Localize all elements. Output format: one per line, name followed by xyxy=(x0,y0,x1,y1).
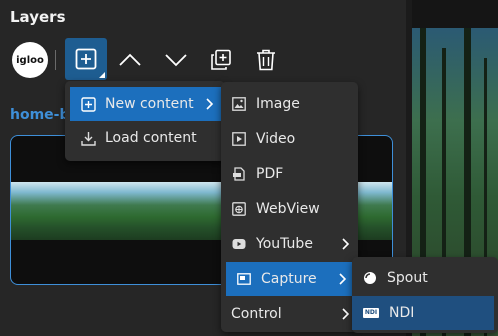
menu-item-image[interactable]: Image xyxy=(221,87,358,121)
trash-icon xyxy=(256,49,276,71)
menu-item-label: YouTube xyxy=(256,236,313,252)
spout-icon xyxy=(362,270,378,286)
menu-item-ndi[interactable]: NDI NDI xyxy=(352,296,494,330)
move-up-button[interactable] xyxy=(110,40,150,80)
menu-item-video[interactable]: Video xyxy=(221,122,358,156)
webview-icon xyxy=(231,201,247,217)
image-icon xyxy=(231,96,247,112)
ndi-badge: NDI xyxy=(362,308,380,318)
menu-item-pdf[interactable]: PDF xyxy=(221,157,358,191)
move-down-button[interactable] xyxy=(156,40,196,80)
menu-item-new-content[interactable]: New content xyxy=(70,87,222,121)
duplicate-icon xyxy=(210,49,232,71)
pdf-icon xyxy=(231,166,247,182)
layer-name-label[interactable]: home-b xyxy=(10,107,70,123)
igloo-logo-button[interactable]: igloo xyxy=(12,42,48,78)
add-layer-button[interactable] xyxy=(65,38,107,80)
logo-text: igloo xyxy=(16,54,44,66)
delete-button[interactable] xyxy=(246,40,286,80)
chevron-right-icon xyxy=(339,262,347,296)
menu-item-label: Control xyxy=(231,306,282,322)
toolbar-separator xyxy=(55,50,56,70)
preview-topbar xyxy=(412,0,498,28)
chevron-right-icon xyxy=(206,87,214,121)
menu-item-label: Capture xyxy=(261,271,317,287)
menu-item-label: Video xyxy=(256,131,296,147)
chevron-up-icon xyxy=(119,53,141,67)
download-icon xyxy=(80,130,96,146)
menu-item-youtube[interactable]: YouTube xyxy=(221,227,358,261)
menu-item-label: Spout xyxy=(387,270,428,286)
capture-submenu: Spout NDI NDI xyxy=(352,257,498,333)
menu-item-label: Image xyxy=(256,96,300,112)
add-menu: New content Load content xyxy=(65,81,225,161)
chevron-right-icon xyxy=(342,227,350,261)
menu-item-control[interactable]: Control xyxy=(221,297,358,331)
add-square-icon xyxy=(75,48,97,70)
menu-item-label: PDF xyxy=(256,166,284,182)
add-content-icon xyxy=(80,96,96,112)
menu-item-load-content[interactable]: Load content xyxy=(70,121,222,155)
panel-title: Layers xyxy=(10,8,66,26)
dropdown-corner-icon xyxy=(99,72,105,78)
new-content-submenu: Image Video PDF WebView YouTube Capture … xyxy=(221,82,358,332)
menu-item-label: New content xyxy=(105,96,194,112)
menu-item-capture[interactable]: Capture xyxy=(226,262,355,296)
menu-item-label: Load content xyxy=(105,130,197,146)
menu-item-webview[interactable]: WebView xyxy=(221,192,358,226)
menu-item-label: WebView xyxy=(256,201,320,217)
ndi-icon: NDI xyxy=(362,305,380,321)
menu-item-spout[interactable]: Spout xyxy=(352,261,498,295)
chevron-right-icon xyxy=(342,297,350,331)
duplicate-button[interactable] xyxy=(201,40,241,80)
video-icon xyxy=(231,131,247,147)
capture-icon xyxy=(236,271,252,287)
chevron-down-icon xyxy=(165,53,187,67)
youtube-icon xyxy=(231,236,247,252)
menu-item-label: NDI xyxy=(389,305,415,321)
